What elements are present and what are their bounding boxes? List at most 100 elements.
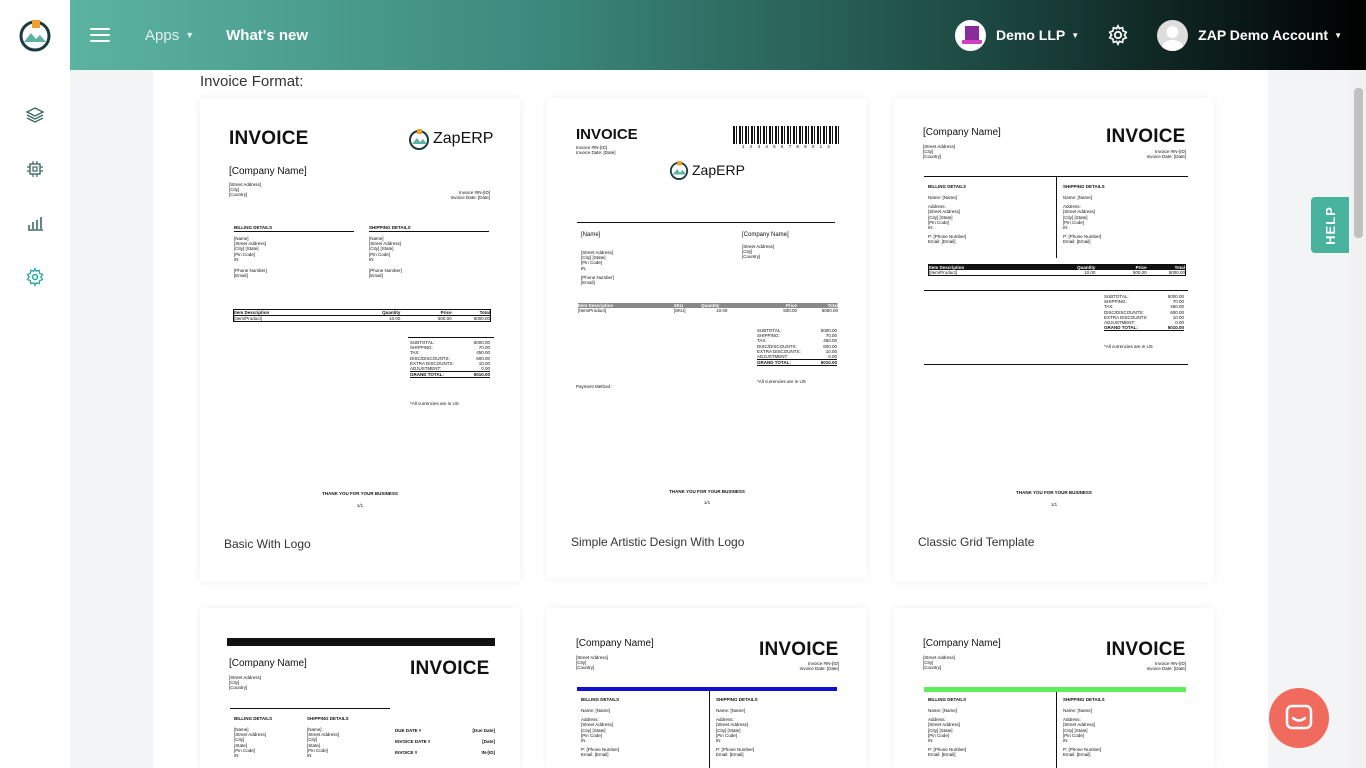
company-name-placeholder: [Company Name]: [229, 658, 307, 669]
billing-heading: BILLING DETAILS: [234, 225, 273, 230]
template-card-basic[interactable]: INVOICE ZapERP [Company Name] [Street Ad…: [200, 98, 520, 582]
user-icon: [1161, 25, 1184, 51]
chevron-down-icon: ▼: [1334, 30, 1342, 40]
sidebar-item-settings[interactable]: [0, 250, 70, 304]
page-number: 1/1: [1050, 502, 1058, 507]
company-address: [Street Address] [City] [Country]: [229, 182, 261, 198]
thanks-note: THANK YOU FOR YOUR BUSINESS: [322, 491, 398, 496]
billing-block: Name: [Name] Address: [Street Address] [Cit…: [581, 708, 620, 758]
page-number: 1/1: [703, 500, 711, 505]
app-logo[interactable]: [0, 0, 70, 70]
billing-heading: BILLING DETAILS: [234, 716, 273, 721]
user-avatar[interactable]: [1157, 19, 1189, 51]
shipping-heading: SHIPPING DETAILS: [369, 225, 411, 230]
settings-gear-icon[interactable]: [1107, 24, 1129, 46]
company-switcher[interactable]: Demo LLP ▼: [996, 27, 1079, 43]
invoice-heading: INVOICE: [229, 128, 309, 149]
account-menu[interactable]: ZAP Demo Account ▼: [1198, 27, 1342, 43]
company-name: Demo LLP: [996, 27, 1066, 43]
template-card-row2-1[interactable]: [Company Name] [Street Address] [City] [Co…: [200, 608, 520, 768]
sidebar-item-layers[interactable]: [0, 88, 70, 142]
company-address: [Street Address] [City] [Country]: [229, 675, 262, 691]
zap-logo-icon: [19, 20, 51, 52]
scrollbar-thumb[interactable]: [1354, 88, 1363, 238]
invoice-heading: INVOICE: [576, 126, 638, 143]
company-name-placeholder: [Company Name]: [576, 638, 654, 649]
invoice-date: Invoice Date: [Date]: [450, 195, 490, 201]
help-label: HELP: [1322, 205, 1338, 245]
apps-label: Apps: [145, 26, 180, 44]
payment-method: Payment Method :: [576, 384, 613, 389]
brand-text: ZapERP: [692, 162, 745, 178]
customer-address: [Street Address] [City] [State] [Pin Code]…: [581, 250, 614, 286]
company-avatar[interactable]: [955, 19, 987, 51]
accent-bar: [577, 687, 837, 691]
shipping-block: [Name] [Street Address] [City] [State] [Pin…: [369, 236, 402, 279]
section-title: Invoice Format:: [200, 73, 304, 90]
sidebar-item-chip[interactable]: [0, 142, 70, 196]
invoice-heading: INVOICE: [759, 639, 839, 660]
template-label: Simple Artistic Design With Logo: [571, 535, 745, 549]
brand-logo: ZapERP: [408, 128, 493, 150]
billing-block: Name: [Name] Address: [Street Address] [Cit…: [928, 708, 967, 758]
template-card-row2-2[interactable]: [Company Name] [Street Address] [City] [Co…: [547, 608, 867, 768]
shipping-block: Name: [Name] Address: [Street Address] [Cit…: [716, 708, 755, 758]
thanks-note: THANK YOU FOR YOUR BUSINESS: [1016, 490, 1092, 495]
company-address: [Street Address] [City] [Country]: [923, 655, 956, 671]
invoice-meta: Invoice #IN-[ID] Invoice Date: [Date]: [799, 661, 839, 672]
sidebar: [0, 70, 70, 768]
settings-icon: [26, 267, 44, 287]
billing-block: [Name] [Street Address] [City] [State] [Pin…: [234, 236, 267, 279]
top-bar: Apps ▼ What's new Demo LLP ▼ ZAP Demo Acco…: [0, 0, 1366, 70]
apps-dropdown[interactable]: Apps ▼: [145, 27, 194, 44]
currency-note: *All currencies are in US: [410, 401, 459, 406]
invoice-meta: Invoice #IN-[ID] Invoice Date: [Date]: [1146, 661, 1186, 672]
menu-icon[interactable]: [90, 28, 110, 42]
whats-new-link[interactable]: What's new: [226, 27, 308, 44]
chevron-down-icon: ▼: [185, 30, 195, 40]
shipping-heading: SHIPPING DETAILS: [716, 697, 758, 702]
chip-icon: [27, 161, 43, 177]
help-tab[interactable]: HELP: [1311, 197, 1349, 253]
invoice-heading: INVOICE: [410, 658, 490, 679]
country: [Country]: [229, 192, 248, 198]
company-name-placeholder: [Company Name]: [923, 638, 1001, 649]
billing-heading: BILLING DETAILS: [581, 697, 620, 702]
zap-logo-icon: [669, 160, 689, 180]
chat-launcher-button[interactable]: [1269, 688, 1329, 748]
company-address: [Street Address] [City] [Country]: [923, 144, 956, 160]
shipping-block: Name: [Name] Address: [Street Address] [Cit…: [1063, 708, 1102, 758]
template-card-row2-3[interactable]: [Company Name] [Street Address] [City] [Co…: [894, 608, 1214, 768]
billing-block: Name: [Name] Address: [Street Address] [Cit…: [928, 195, 967, 245]
billing-heading: BILLING DETAILS: [928, 184, 967, 189]
template-card-artistic[interactable]: INVOICE Invoice #IN-[ID] Invoice Date: [D…: [547, 98, 867, 578]
totals-block: SUBTOTAL: 5000.00 SHIPPING: 70.00 TAX: 450.…: [757, 328, 837, 367]
zap-logo-icon: [409, 129, 429, 150]
template-label: Classic Grid Template: [918, 535, 1035, 549]
bar-chart-icon: [28, 217, 43, 231]
currency-note: *All currencies are in US: [1104, 344, 1153, 349]
invoice-meta: Invoice #IN-[ID] Invoice Date: [Date]: [430, 190, 490, 200]
sidebar-item-reports[interactable]: [0, 196, 70, 250]
thanks-note: THANK YOU FOR YOUR BUSINESS: [669, 489, 745, 494]
company-name-placeholder: [Company Name]: [923, 127, 1001, 138]
barcode-icon: [733, 126, 841, 144]
items-table: Item Description Quantity Price Total [Item…: [928, 264, 1186, 277]
page-number: 1/1: [356, 503, 364, 508]
shipping-heading: SHIPPING DETAILS: [307, 716, 349, 721]
shipping-block: [Name] [Street Address] [City] [State] [Pin …: [307, 727, 340, 759]
barcode-digits: 1 2 3 4 5 6 7 8 9 0 1 2: [742, 144, 832, 149]
shipping-block: Name: [Name] Address: [Street Address] [Cit…: [1063, 195, 1102, 245]
page-scrollbar[interactable]: [1351, 70, 1366, 768]
brand-logo: ZapERP: [669, 160, 745, 180]
totals-block: SUBTOTAL: 5000.00 SHIPPING: 70.00 TAX: 450.…: [410, 340, 490, 379]
template-card-classic-grid[interactable]: [Company Name] [Street Address] [City] [Co…: [894, 98, 1214, 582]
template-label: Basic With Logo: [224, 537, 311, 551]
layers-icon: [25, 107, 45, 123]
invoice-dates: DUE DATE # [Due Date] INVOICE DATE # [Date…: [395, 728, 495, 756]
currency-note: *All currencies are in US: [757, 379, 806, 384]
billing-block: [Name] [Street Address] [City] [State] [Pin …: [234, 727, 267, 759]
billing-heading: BILLING DETAILS: [928, 697, 967, 702]
customer-name: [Name]: [581, 232, 601, 238]
invoice-meta: Invoice #IN-[ID] Invoice Date: [Date]: [576, 145, 616, 156]
